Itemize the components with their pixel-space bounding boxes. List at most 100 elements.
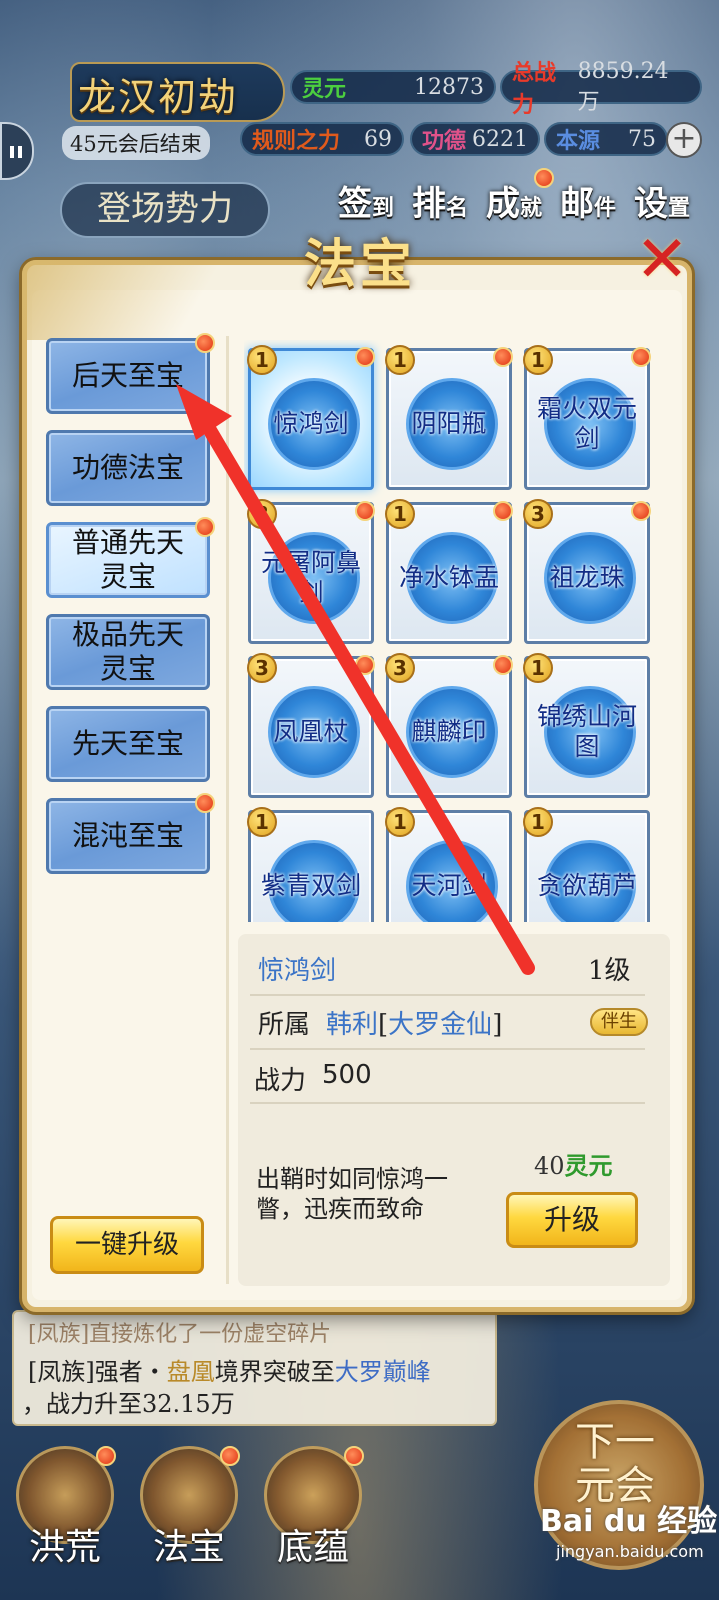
stat-label: 灵元 — [302, 76, 347, 102]
treasure-description: 出鞘时如同惊鸿一瞥，迅疾而致命 — [256, 1165, 448, 1223]
treasure-grid: 惊鸿剑 1 阴阳瓶 1 霜火双元剑 1 元屠阿鼻剑 3 净水钵盂 1 祖龙珠 3… — [244, 340, 656, 922]
treasure-name: 锦绣山河图 — [536, 702, 637, 761]
divider — [250, 1048, 645, 1050]
treasure-name: 元屠阿鼻剑 — [260, 548, 361, 607]
menu-main: 邮 — [559, 184, 594, 224]
nav-honghuang[interactable]: 洪荒 — [10, 1446, 120, 1576]
treasure-card[interactable]: 霜火双元剑 1 — [523, 345, 651, 490]
notification-badge — [493, 655, 513, 675]
treasure-level: 1 — [385, 345, 415, 375]
detail-level: 1级 — [588, 956, 631, 986]
treasure-card[interactable]: 贪欲葫芦 1 — [523, 807, 650, 922]
watermark-logo: Bai du 经验 — [540, 1504, 718, 1539]
notification-badge — [355, 501, 375, 521]
category-putong-xiantian-lingbao[interactable]: 普通先天灵宝 — [46, 517, 215, 598]
achievement-badge — [534, 168, 554, 188]
bracket-open: [ — [378, 1010, 389, 1040]
nav-fabao[interactable]: 法宝 — [134, 1446, 244, 1576]
treasure-card[interactable]: 凤凰杖 3 — [247, 653, 375, 798]
log-name: 盘凰 — [166, 1358, 215, 1386]
bracket-close: ] — [492, 1010, 503, 1040]
one-click-upgrade-button[interactable]: 一键升级 — [50, 1216, 204, 1274]
notification-badge — [493, 501, 513, 521]
owner-rank: 大罗金仙 — [388, 1010, 493, 1040]
dialog-title: 法宝 — [303, 234, 416, 295]
upgrade-button[interactable]: 升级 — [506, 1192, 638, 1248]
treasure-card[interactable]: 紫青双剑 1 — [247, 807, 374, 922]
treasure-level: 3 — [247, 499, 277, 529]
log-line: [凤族]强者・盘凰境界突破至大罗巅峰 — [28, 1352, 431, 1387]
treasure-level: 3 — [247, 653, 277, 683]
treasure-card[interactable]: 天河剑 1 — [385, 807, 512, 922]
treasure-name: 霜火双元剑 — [536, 394, 637, 453]
log-mid: 境界突破至 — [214, 1358, 335, 1386]
divider — [226, 336, 229, 1284]
treasure-card[interactable]: 锦绣山河图 1 — [523, 653, 650, 798]
treasure-card[interactable]: 祖龙珠 3 — [523, 499, 651, 644]
menu-sub: 到 — [371, 195, 394, 221]
treasure-level: 1 — [247, 807, 277, 837]
stat-merit: 功德 6221 — [410, 122, 540, 156]
notification-badge — [195, 793, 215, 813]
countdown-text: 45元会后结束 — [62, 126, 210, 160]
nav-label: 洪荒 — [28, 1527, 101, 1568]
notification-badge — [220, 1446, 240, 1466]
treasure-card[interactable]: 阴阳瓶 1 — [385, 345, 513, 490]
stat-value: 69 — [364, 126, 392, 152]
category-xiantian-zhibao[interactable]: 先天至宝 — [46, 706, 210, 782]
treasure-name: 惊鸿剑 — [273, 409, 349, 438]
treasure-name: 凤凰杖 — [273, 717, 349, 746]
notification-badge — [344, 1446, 364, 1466]
category-jipin-xiantian-lingbao[interactable]: 极品先天灵宝 — [46, 614, 210, 690]
treasure-level: 3 — [523, 499, 553, 529]
treasure-name: 贪欲葫芦 — [536, 871, 637, 900]
treasure-card[interactable]: 惊鸿剑 1 — [247, 345, 375, 490]
menu-main: 排 — [411, 184, 446, 224]
nav-label: 底蕴 — [276, 1527, 349, 1568]
stat-value: 75 — [628, 126, 656, 152]
owner-label: 所属 — [258, 1010, 311, 1040]
log-rank: 大罗巅峰 — [334, 1358, 431, 1386]
detail-treasure-name: 惊鸿剑 — [258, 956, 337, 986]
log-tag: [凤族]强者・ — [28, 1358, 167, 1386]
notification-badge — [493, 347, 513, 367]
treasure-card[interactable]: 元屠阿鼻剑 3 — [247, 499, 375, 644]
category-label: 混沌至宝 — [71, 819, 184, 852]
treasure-card[interactable]: 净水钵盂 1 — [385, 499, 513, 644]
achievement-button[interactable]: 成就 — [484, 176, 544, 238]
notification-badge — [195, 517, 215, 537]
faction-button[interactable]: 登场势力 — [60, 182, 270, 238]
category-houtian-zhibao[interactable]: 后天至宝 — [46, 333, 215, 414]
divider — [250, 994, 645, 996]
category-gongde-fabao[interactable]: 功德法宝 — [46, 430, 210, 506]
treasure-name: 阴阳瓶 — [411, 409, 487, 438]
menu-sub: 就 — [519, 195, 542, 221]
treasure-name: 祖龙珠 — [549, 563, 625, 592]
power-value: 500 — [322, 1060, 372, 1090]
stat-rule-power: 规则之力 69 — [240, 122, 404, 156]
notification-badge — [631, 501, 651, 521]
owner-name: 韩利 — [326, 1010, 379, 1040]
mail-button[interactable]: 邮件 — [558, 176, 618, 238]
menu-main: 成 — [485, 184, 520, 224]
close-button[interactable]: ✕ — [632, 228, 692, 292]
category-hundun-zhibao[interactable]: 混沌至宝 — [46, 793, 215, 874]
add-resource-button[interactable]: + — [666, 122, 702, 158]
treasure-level: 1 — [385, 807, 415, 837]
treasure-level: 1 — [247, 345, 277, 375]
nav-label: 法宝 — [152, 1527, 225, 1568]
stage-title: 龙汉初劫 — [78, 75, 239, 119]
log-line-2: ，战力升至32.15万 — [22, 1390, 235, 1418]
cost-currency: 灵元 — [564, 1151, 613, 1180]
treasure-name: 麒麟印 — [411, 717, 487, 746]
stat-total-power: 总战力 8859.24万 — [500, 59, 702, 118]
menu-main: 设 — [633, 184, 668, 224]
treasure-card[interactable]: 麒麟印 3 — [385, 653, 513, 798]
menu-sub: 件 — [593, 195, 616, 221]
notification-badge — [195, 333, 215, 353]
owner-info: 韩利[大罗金仙] — [326, 1004, 502, 1041]
stat-label: 总战力 — [512, 60, 557, 118]
treasure-level: 1 — [523, 653, 553, 683]
treasure-name: 天河剑 — [411, 871, 487, 900]
nav-diyun[interactable]: 底蕴 — [258, 1446, 368, 1576]
